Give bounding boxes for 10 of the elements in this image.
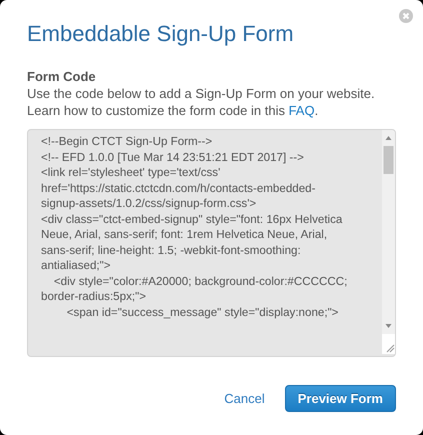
preview-button[interactable]: Preview Form — [284, 385, 396, 412]
cancel-button[interactable]: Cancel — [218, 387, 271, 410]
close-icon[interactable] — [399, 9, 413, 23]
section-heading: Form Code — [27, 68, 97, 85]
dialog-title: Embeddable Sign-Up Form — [27, 20, 295, 48]
help-text: Learn how to customize the form code in this FAQ. — [27, 102, 320, 119]
description-text: Use the code below to add a Sign-Up Form on your website. — [27, 85, 376, 102]
scrollbar[interactable] — [382, 130, 395, 354]
code-textarea[interactable]: <!--Begin CTCT Sign-Up Form--> <!-- EFD 1.0.0 [Tue Mar 14 23:51:21 EDT 2017] --> <link rel='stylesheet' type='text/css' href='https://static.ctctcdn.com/h/contacts-embedded- signup-assets/1.0.2/css/signup-form.css'> <div class="ctct-embed-signup" style="font: 16px Helvetica Neue, Arial, sans-serif; font: 1rem Helvetica Neue, Arial, sans-serif; line-height: 1.5; -webkit-font-smoothing: antialiased;"> <div style="color:#A20000; background-color:#CCCCCC; border-radius:5px;"> <span id="success_message" style="display:none;"> — [27, 129, 396, 357]
faq-link[interactable]: FAQ — [288, 103, 315, 118]
